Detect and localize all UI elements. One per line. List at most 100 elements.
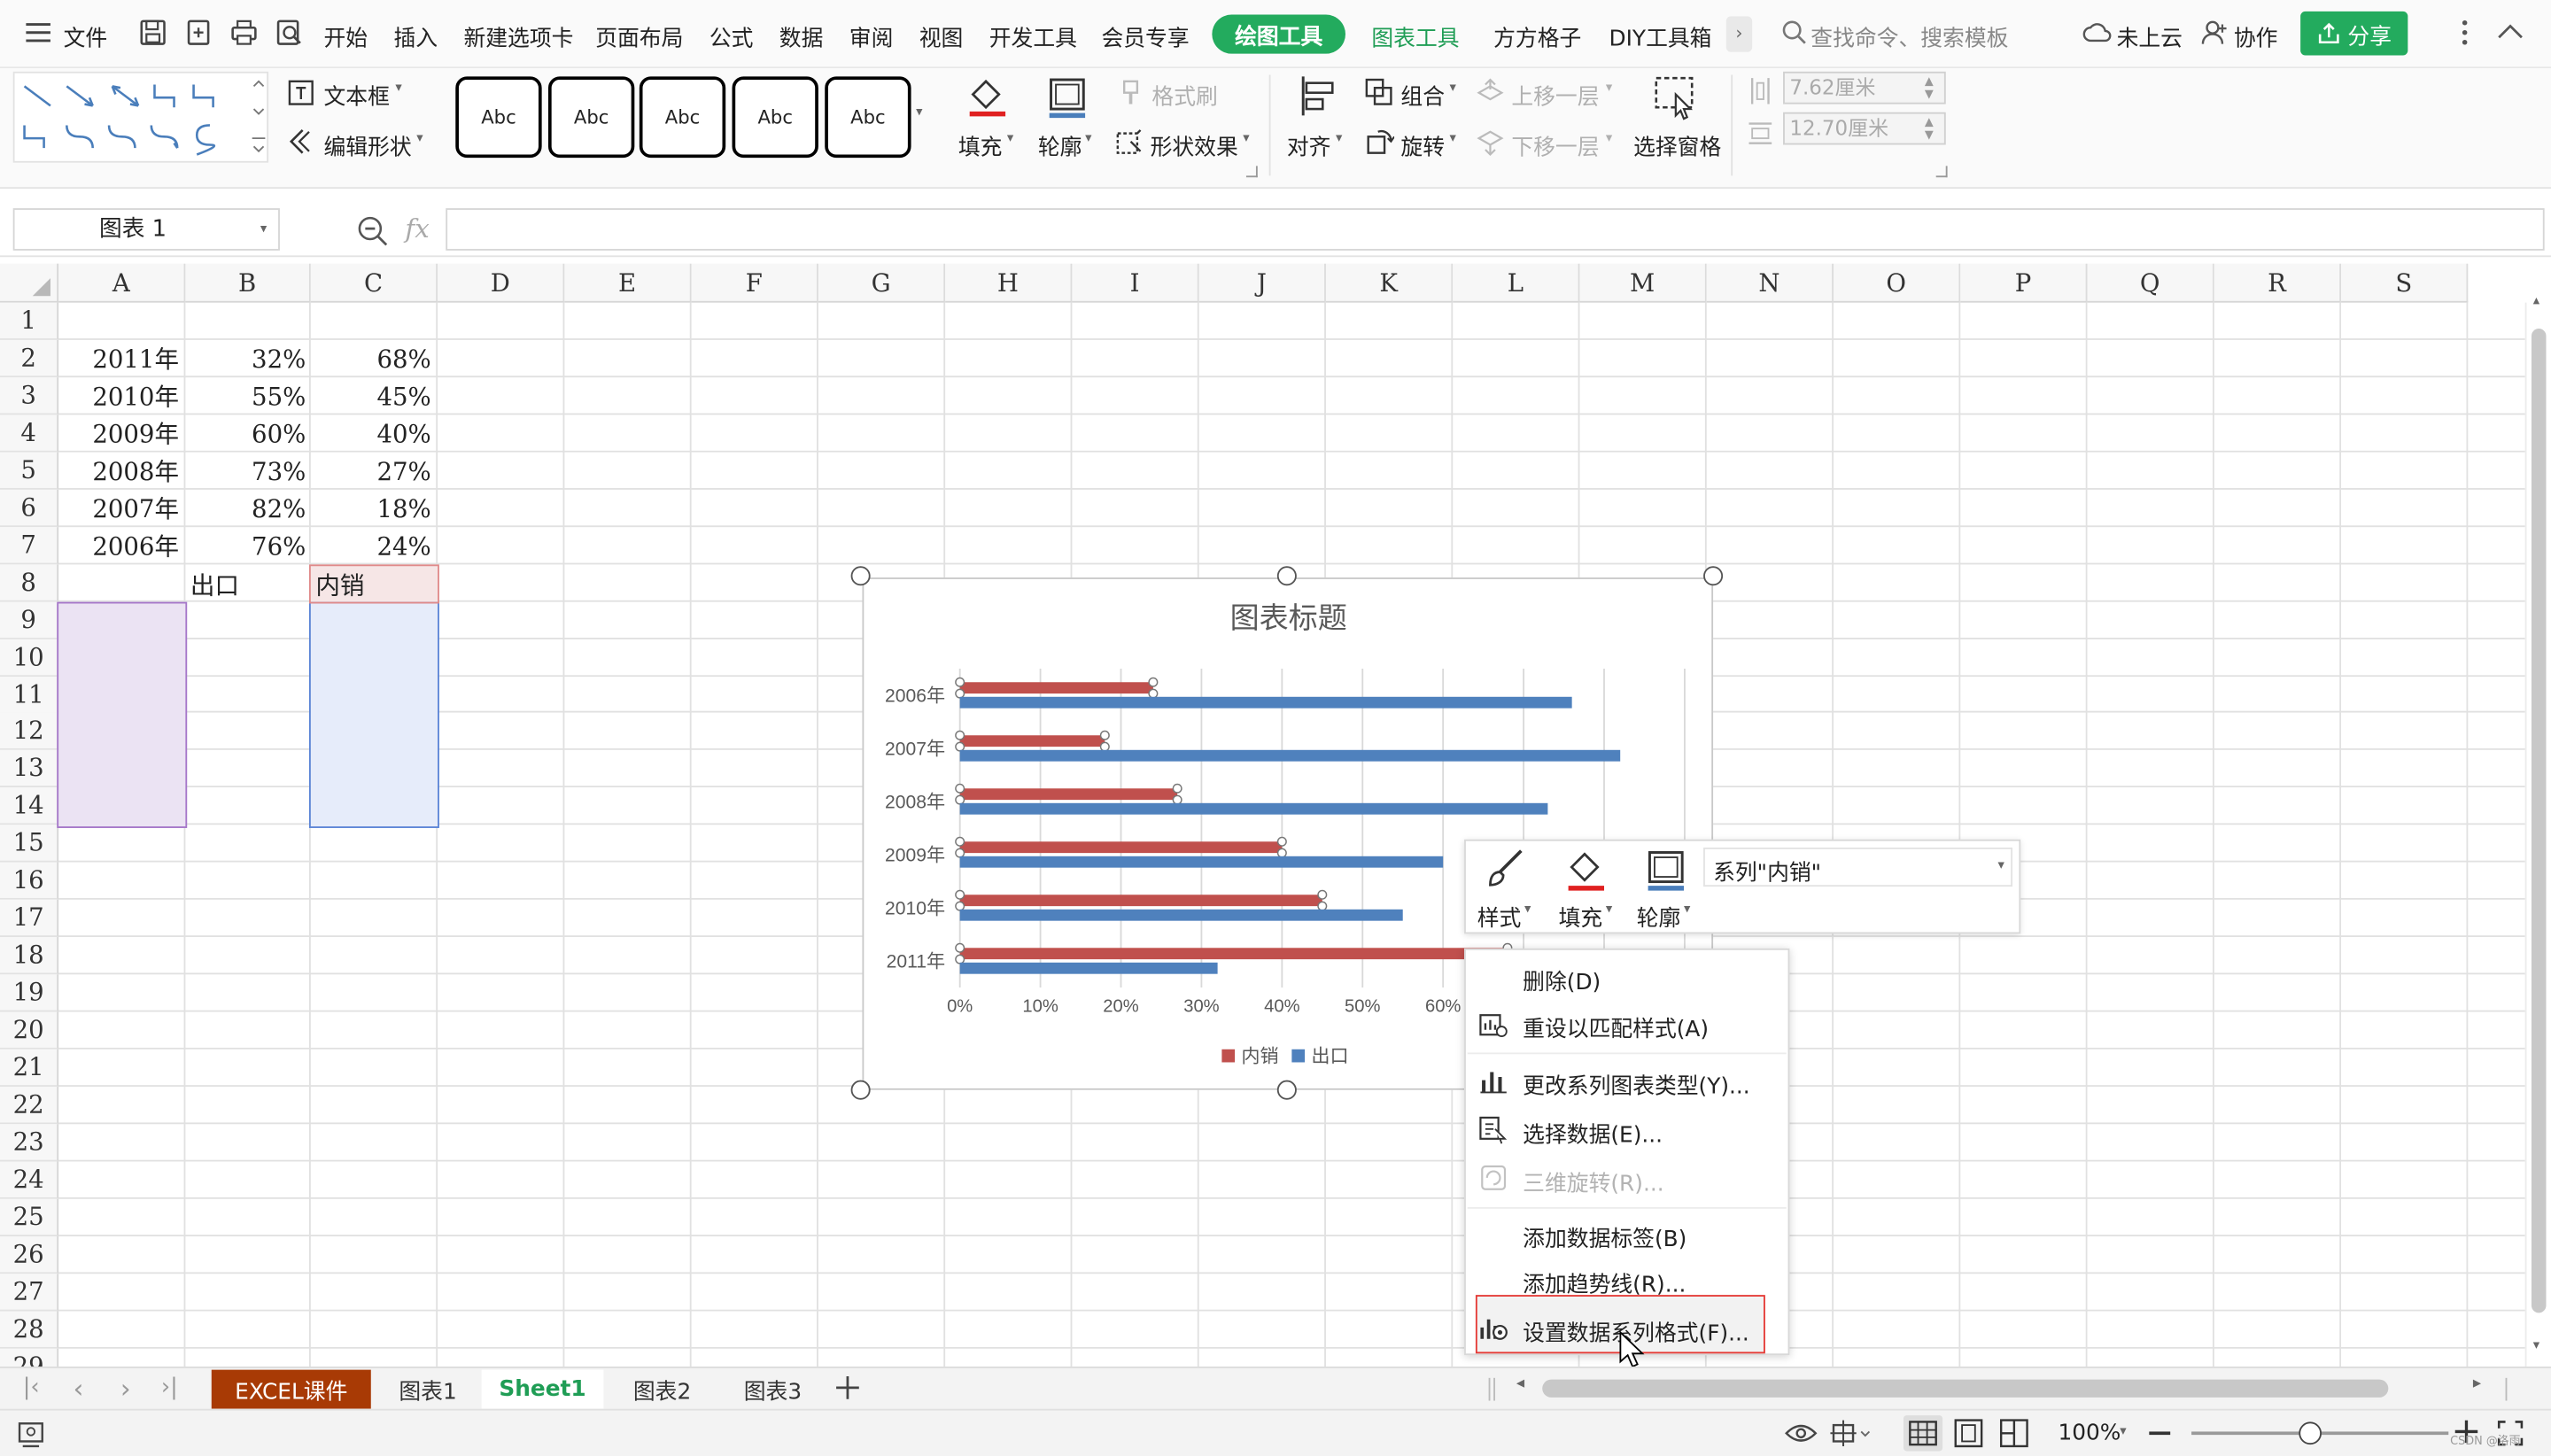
row-header-12[interactable]: 12 (0, 713, 59, 751)
width-input[interactable]: 12.70厘米 (1783, 112, 1946, 145)
tab-drawing-tools[interactable]: 绘图工具 (1212, 14, 1345, 54)
eye-protection-icon[interactable] (1785, 1421, 1818, 1446)
scroll-down-icon[interactable]: ▾ (2533, 1337, 2539, 1352)
print-preview-icon[interactable] (275, 18, 304, 47)
zoom-slider-thumb[interactable] (2299, 1421, 2322, 1445)
sheet-tab-sheet1[interactable]: Sheet1 (481, 1369, 604, 1409)
column-header-b[interactable]: B (185, 263, 311, 303)
cell-c5[interactable]: 27% (311, 453, 435, 491)
row-header-16[interactable]: 16 (0, 863, 59, 901)
scroll-left-icon[interactable]: ◂ (1516, 1375, 1524, 1392)
column-header-k[interactable]: K (1325, 263, 1454, 303)
row-header-27[interactable]: 27 (0, 1273, 59, 1311)
sheet-tab-chart2[interactable]: 图表2 (612, 1370, 713, 1409)
row-header-22[interactable]: 22 (0, 1086, 59, 1125)
cell-c2[interactable]: 68% (311, 342, 435, 379)
row-header-9[interactable]: 9 (0, 600, 59, 639)
tab-fangfang[interactable]: 方方格子 (1493, 19, 1581, 51)
tab-review[interactable]: 审阅 (849, 19, 894, 51)
cell-c6[interactable]: 18% (311, 491, 435, 528)
tab-data[interactable]: 数据 (779, 19, 824, 51)
row-header-14[interactable]: 14 (0, 787, 59, 825)
column-header-h[interactable]: H (945, 263, 1073, 303)
more-tabs-chevron-icon[interactable]: › (1725, 16, 1753, 52)
cell-b5[interactable]: 73% (185, 453, 309, 491)
cell-a5[interactable]: 2008年 (58, 453, 182, 491)
export-icon[interactable] (184, 18, 213, 47)
textbox-button[interactable]: 文本框 (324, 78, 390, 111)
tab-insert[interactable]: 插入 (393, 19, 438, 51)
launcher-icon[interactable] (1245, 166, 1258, 178)
vertical-scrollbar[interactable]: ▴ ▾ (2524, 293, 2551, 1367)
zoom-out-icon[interactable] (2149, 1431, 2171, 1436)
cell-b7[interactable]: 76% (185, 528, 309, 565)
rotate-button[interactable]: 旋转 (1400, 128, 1445, 160)
cell-a3[interactable]: 2010年 (58, 379, 182, 416)
cell-b2[interactable]: 32% (185, 342, 309, 379)
style-gallery-more-icon[interactable]: ▾ (916, 105, 932, 124)
cell-b1[interactable]: 出口 (190, 568, 239, 605)
scroll-right-icon[interactable]: ▸ (2473, 1375, 2481, 1392)
shape-style-1[interactable]: Abc (455, 76, 542, 159)
column-header-j[interactable]: J (1198, 263, 1326, 303)
tab-member[interactable]: 会员专享 (1101, 19, 1189, 51)
tab-diy[interactable]: DIY工具箱 (1609, 19, 1712, 51)
row-header-1[interactable]: 1 (0, 302, 59, 340)
row-header-29[interactable]: 29 (0, 1348, 59, 1367)
row-header-17[interactable]: 17 (0, 900, 59, 938)
cell-a4[interactable]: 2009年 (58, 416, 182, 453)
menu-item-change-type[interactable]: 更改系列图表类型(Y)... (1523, 1067, 1750, 1099)
page-layout-view-icon[interactable] (1950, 1415, 1986, 1451)
menu-item-add-trendline[interactable]: 添加趋势线(R)... (1523, 1266, 1686, 1297)
normal-view-icon[interactable] (1903, 1415, 1943, 1452)
height-input[interactable]: 7.62厘米 (1783, 71, 1946, 105)
page-break-view-icon[interactable] (1997, 1415, 2032, 1451)
zoom-level[interactable]: 100% (2058, 1421, 2121, 1446)
hamburger-icon[interactable] (25, 21, 54, 44)
resize-handle-bl[interactable] (850, 1080, 871, 1100)
tab-new[interactable]: 新建选项卡 (463, 19, 573, 51)
collapse-ribbon-icon[interactable] (2497, 21, 2523, 41)
next-sheet-icon[interactable]: › (120, 1373, 131, 1404)
save-icon[interactable] (138, 18, 167, 47)
row-header-19[interactable]: 19 (0, 974, 59, 1012)
more-vertical-icon[interactable] (2460, 18, 2470, 47)
column-header-d[interactable]: D (438, 263, 565, 303)
column-header-o[interactable]: O (1833, 263, 1961, 303)
row-header-4[interactable]: 4 (0, 414, 59, 453)
row-header-18[interactable]: 18 (0, 937, 59, 975)
cell-a6[interactable]: 2007年 (58, 491, 182, 528)
sheet-tab-excel[interactable]: EXCEL课件 (211, 1369, 371, 1409)
column-header-m[interactable]: M (1579, 263, 1707, 303)
row-header-13[interactable]: 13 (0, 750, 59, 788)
column-header-s[interactable]: S (2341, 263, 2469, 303)
resize-handle-bc[interactable] (1276, 1080, 1297, 1100)
align-button[interactable]: 对齐 (1287, 128, 1331, 160)
row-header-24[interactable]: 24 (0, 1161, 59, 1199)
select-all-corner[interactable] (0, 263, 59, 303)
tab-splitter[interactable] (1488, 1377, 1495, 1401)
cell-b6[interactable]: 82% (185, 491, 309, 528)
bring-forward-button[interactable]: 上移一层 (1511, 78, 1599, 111)
tab-home[interactable]: 开始 (324, 19, 368, 51)
horizontal-scroll-thumb[interactable] (1542, 1379, 2389, 1398)
column-header-p[interactable]: P (1960, 263, 2088, 303)
send-backward-button[interactable]: 下移一层 (1511, 128, 1599, 160)
row-header-26[interactable]: 26 (0, 1235, 59, 1274)
row-header-5[interactable]: 5 (0, 452, 59, 490)
edit-shape-button[interactable]: 编辑形状 (324, 128, 412, 160)
shape-style-5[interactable]: Abc (825, 76, 911, 159)
cell-c4[interactable]: 40% (311, 416, 435, 453)
sheet-tab-chart1[interactable]: 图表1 (377, 1370, 478, 1409)
dropdown-arrow-icon[interactable]: ▾ (260, 221, 267, 236)
tab-developer[interactable]: 开发工具 (989, 19, 1077, 51)
column-header-f[interactable]: F (691, 263, 818, 303)
name-box[interactable]: 图表 1 (12, 208, 280, 251)
selection-pane-button[interactable]: 选择窗格 (1633, 128, 1721, 160)
column-header-g[interactable]: G (818, 263, 946, 303)
column-header-q[interactable]: Q (2087, 263, 2214, 303)
height-spinner-icon[interactable]: ▲ ▼ (1925, 74, 1934, 100)
resize-handle-tl[interactable] (850, 566, 871, 586)
cloud-status[interactable]: 未上云 (2117, 19, 2183, 51)
zoom-formula-icon[interactable] (356, 214, 389, 247)
